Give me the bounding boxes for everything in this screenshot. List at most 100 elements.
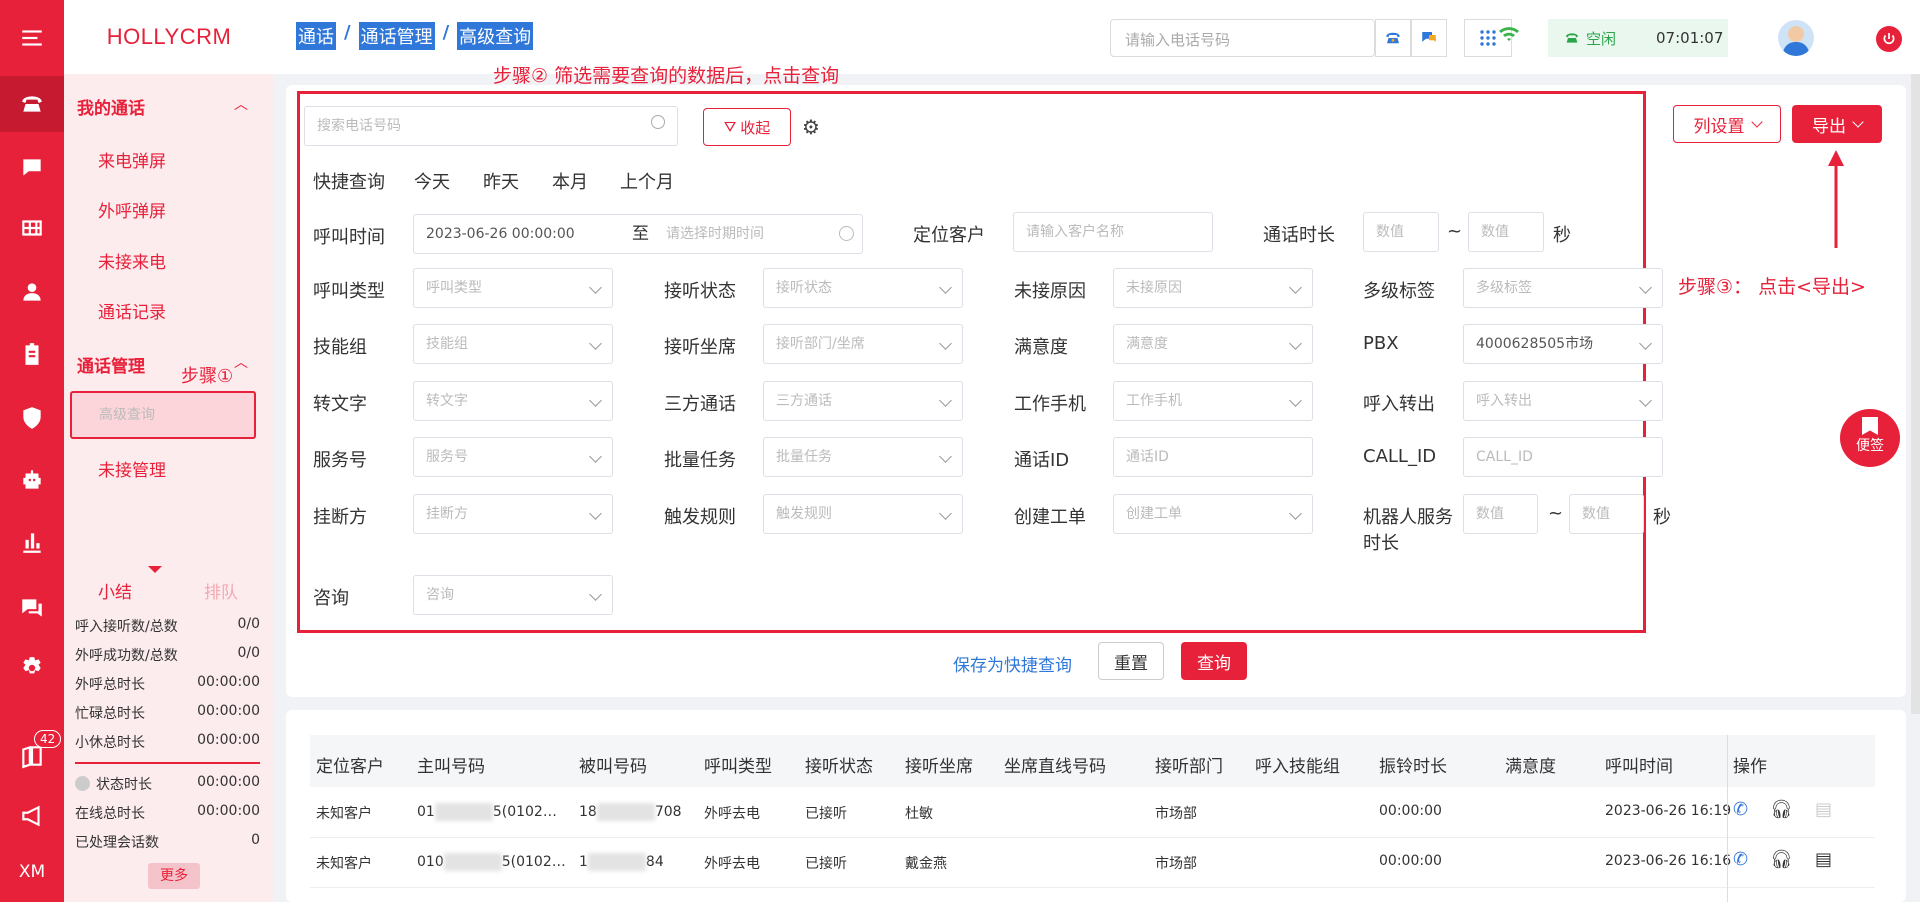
quick-this-month[interactable]: 本月 [552, 168, 588, 194]
work-phone-label: 工作手机 [1014, 394, 1086, 415]
headset-icon[interactable]: 🎧︎ [1770, 849, 1793, 870]
agent-status[interactable]: 空闲 07:01:07 [1548, 19, 1728, 57]
dial-icon[interactable] [1375, 19, 1411, 57]
phone-search-field[interactable]: 搜索电话号码 [304, 106, 678, 146]
collapse-button[interactable]: ⛛ 收起 [703, 108, 791, 146]
column-header[interactable]: 主叫号码 [417, 752, 485, 777]
duration-max-input[interactable]: 数值 [1468, 212, 1544, 252]
menu-item-incoming-popup[interactable]: 来电弹屏 [98, 147, 166, 172]
reset-button[interactable]: 重置 [1098, 642, 1164, 680]
gear-icon[interactable] [0, 644, 64, 692]
service-number-select[interactable]: 服务号 [413, 437, 613, 477]
tab-queue[interactable]: 排队 [204, 578, 238, 603]
pbx-select[interactable]: 4000628505市场 [1463, 324, 1663, 364]
chevron-up-icon[interactable]: ︿ [234, 352, 248, 372]
xm-label[interactable]: XM [0, 848, 64, 896]
column-header[interactable]: 满意度 [1505, 752, 1556, 777]
menu-section-my-calls[interactable]: 我的通话 [77, 94, 145, 119]
robot-duration-label: 机器人服务 时长 [1363, 507, 1453, 554]
robot-min-input[interactable]: 数值 [1463, 494, 1538, 534]
column-header[interactable]: 振铃时长 [1379, 752, 1447, 777]
column-header[interactable]: 接听部门 [1155, 752, 1223, 777]
breadcrumb-item[interactable]: 通话管理 [358, 22, 435, 50]
menu-item-call-records[interactable]: 通话记录 [98, 298, 166, 323]
menu-item-outgoing-popup[interactable]: 外呼弹屏 [98, 197, 166, 222]
column-header[interactable]: 呼叫类型 [704, 752, 772, 777]
column-header[interactable]: 接听坐席 [905, 752, 973, 777]
inbound-transfer-select[interactable]: 呼入转出 [1463, 381, 1663, 421]
call-icon[interactable]: ✆ [1733, 799, 1748, 820]
duration-min-input[interactable]: 数值 [1363, 212, 1439, 252]
phone-search-input[interactable]: 请输入电话号码 [1110, 19, 1375, 57]
batch-task-select[interactable]: 批量任务 [763, 437, 963, 477]
more-button[interactable]: 更多 [148, 863, 200, 889]
skill-group-select[interactable]: 技能组 [413, 324, 613, 364]
column-header[interactable]: 坐席直线号码 [1004, 752, 1106, 777]
column-header[interactable]: 呼叫时间 [1605, 752, 1673, 777]
user-icon[interactable] [0, 268, 64, 316]
column-header[interactable]: 被叫号码 [579, 752, 647, 777]
three-way-call-select[interactable]: 三方通话 [763, 381, 963, 421]
book-icon[interactable]: 42 [0, 730, 64, 780]
multi-tag-select[interactable]: 多级标签 [1463, 268, 1663, 308]
quick-today[interactable]: 今天 [414, 168, 450, 194]
answer-status-select[interactable]: 接听状态 [763, 268, 963, 308]
tab-summary[interactable]: 小结 [98, 578, 132, 603]
scrollbar[interactable] [1911, 74, 1920, 714]
chart-icon[interactable] [0, 518, 64, 566]
cell-answer-status: 已接听 [805, 856, 847, 872]
message-icon[interactable] [1411, 19, 1447, 57]
answer-seat-select[interactable]: 接听部门/坐席 [763, 324, 963, 364]
robot-max-input[interactable]: 数值 [1569, 494, 1644, 534]
message-icon[interactable] [0, 584, 64, 632]
menu-section-call-management[interactable]: 通话管理 [77, 352, 145, 377]
call-icon[interactable]: ✆ [1733, 849, 1748, 870]
document-icon[interactable]: ▤ [1815, 849, 1832, 870]
satisfaction-select[interactable]: 满意度 [1113, 324, 1313, 364]
column-header[interactable]: 定位客户 [316, 752, 384, 777]
call-time-range[interactable]: 2023-06-26 00:00:00 至 请选择时期时间 [413, 214, 863, 254]
cell-department: 市场部 [1155, 856, 1197, 872]
column-header[interactable]: 操作 [1733, 752, 1767, 777]
create-ticket-select[interactable]: 创建工单 [1113, 494, 1313, 534]
column-header[interactable]: 呼入技能组 [1255, 752, 1340, 777]
menu-item-missed-calls[interactable]: 未接来电 [98, 248, 166, 273]
missed-reason-select[interactable]: 未接原因 [1113, 268, 1313, 308]
document-icon[interactable]: ▤ [1815, 799, 1832, 820]
menu-item-advanced-query[interactable]: 高级查询 [70, 391, 256, 439]
grid-icon[interactable] [0, 204, 64, 252]
cell-customer: 未知客户 [316, 806, 372, 822]
trigger-rule-select[interactable]: 触发规则 [763, 494, 963, 534]
menu-item-missed-management[interactable]: 未接管理 [98, 456, 166, 481]
export-button[interactable]: 导出 [1792, 105, 1882, 143]
transcription-select[interactable]: 转文字 [413, 381, 613, 421]
shield-icon[interactable] [0, 394, 64, 442]
column-header[interactable]: 接听状态 [805, 752, 873, 777]
headset-icon[interactable]: 🎧︎ [1770, 799, 1793, 820]
quick-yesterday[interactable]: 昨天 [483, 168, 519, 194]
quick-last-month[interactable]: 上个月 [620, 168, 674, 194]
sticky-note-button[interactable]: 便签 [1840, 409, 1900, 467]
avatar[interactable] [1778, 20, 1814, 56]
call-id-raw-select[interactable]: CALL_ID [1463, 437, 1663, 477]
clipboard-icon[interactable] [0, 330, 64, 378]
settings-icon[interactable]: ⚙ [802, 115, 820, 139]
phone-icon[interactable] [0, 76, 64, 132]
call-id-select[interactable]: 通话ID [1113, 437, 1313, 477]
query-button[interactable]: 查询 [1181, 642, 1247, 680]
work-phone-select[interactable]: 工作手机 [1113, 381, 1313, 421]
consult-select[interactable]: 咨询 [413, 575, 613, 615]
chat-icon[interactable] [0, 144, 64, 192]
chevron-up-icon[interactable]: ︿ [234, 94, 248, 114]
customer-name-input[interactable]: 请输入客户名称 [1013, 212, 1213, 252]
power-icon[interactable] [1876, 26, 1902, 52]
hangup-side-select[interactable]: 挂断方 [413, 494, 613, 534]
save-quick-query-link[interactable]: 保存为快捷查询 [953, 651, 1072, 676]
column-settings-button[interactable]: 列设置 [1673, 105, 1781, 143]
breadcrumb-item[interactable]: 通话 [296, 22, 336, 50]
stat-row: 忙碌总时长 00:00:00 [75, 703, 260, 722]
call-type-select[interactable]: 呼叫类型 [413, 268, 613, 308]
megaphone-icon[interactable] [0, 792, 64, 840]
hamburger-icon[interactable] [0, 14, 64, 62]
robot-icon[interactable] [0, 456, 64, 504]
